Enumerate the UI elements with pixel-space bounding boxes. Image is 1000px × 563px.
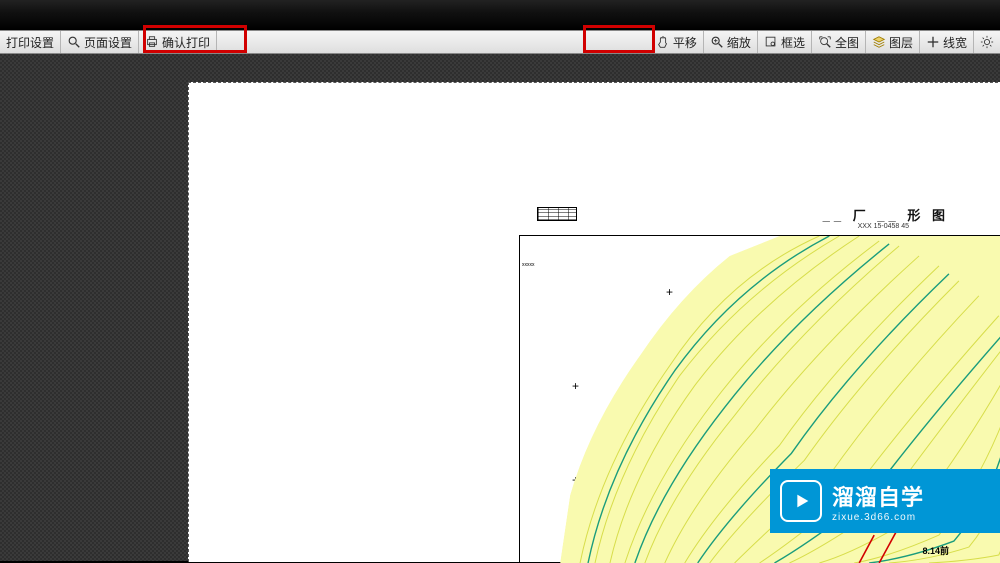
pan-button[interactable]: 平移 bbox=[650, 31, 704, 53]
print-settings-button[interactable]: 打印设置 bbox=[0, 31, 61, 53]
full-icon bbox=[818, 35, 832, 49]
toolbar-right-group: 平移 缩放 框选 全图 图层 bbox=[650, 31, 1000, 53]
play-icon bbox=[780, 480, 822, 522]
print-settings-label: 打印设置 bbox=[6, 34, 54, 51]
hand-icon bbox=[656, 35, 670, 49]
layers-icon bbox=[872, 35, 886, 49]
page-setup-button[interactable]: 页面设置 bbox=[61, 31, 139, 53]
line-width-label: 线宽 bbox=[943, 34, 967, 51]
box-icon bbox=[764, 35, 778, 49]
layers-button[interactable]: 图层 bbox=[866, 31, 920, 53]
legend-hatch-box bbox=[537, 207, 577, 221]
zoom-button[interactable]: 缩放 bbox=[704, 31, 758, 53]
main-toolbar: 打印设置 页面设置 确认打印 平移 缩放 bbox=[0, 30, 1000, 54]
toolbar-spacer bbox=[217, 31, 650, 53]
canvas-workspace[interactable]: __ 厂 __ 形 图 XXX 15-0458 45 xxxxx + + + +… bbox=[0, 54, 1000, 561]
full-view-label: 全图 bbox=[835, 34, 859, 51]
watermark-url: zixue.3d66.com bbox=[832, 512, 924, 523]
map-title: __ 厂 __ 形 图 bbox=[823, 205, 949, 224]
page-setup-label: 页面设置 bbox=[84, 34, 132, 51]
watermark: 溜溜自学 zixue.3d66.com bbox=[770, 469, 1000, 533]
extra-button[interactable] bbox=[974, 31, 1000, 53]
confirm-print-label: 确认打印 bbox=[162, 34, 210, 51]
zoom-label: 缩放 bbox=[727, 34, 751, 51]
plus-icon bbox=[926, 35, 940, 49]
magnify-icon bbox=[710, 35, 724, 49]
watermark-title: 溜溜自学 bbox=[832, 480, 924, 512]
confirm-print-button[interactable]: 确认打印 bbox=[139, 31, 217, 53]
dimension-label: 8.14前 bbox=[922, 544, 949, 557]
box-select-label: 框选 bbox=[781, 34, 805, 51]
magnify-icon bbox=[67, 35, 81, 49]
window-titlebar bbox=[0, 0, 1000, 30]
box-select-button[interactable]: 框选 bbox=[758, 31, 812, 53]
gear-icon bbox=[980, 35, 994, 49]
full-view-button[interactable]: 全图 bbox=[812, 31, 866, 53]
pan-label: 平移 bbox=[673, 34, 697, 51]
printer-icon bbox=[145, 35, 159, 49]
layers-label: 图层 bbox=[889, 34, 913, 51]
toolbar-left-group: 打印设置 页面设置 确认打印 bbox=[0, 31, 217, 53]
line-width-button[interactable]: 线宽 bbox=[920, 31, 974, 53]
map-subtitle: XXX 15-0458 45 bbox=[858, 223, 909, 230]
